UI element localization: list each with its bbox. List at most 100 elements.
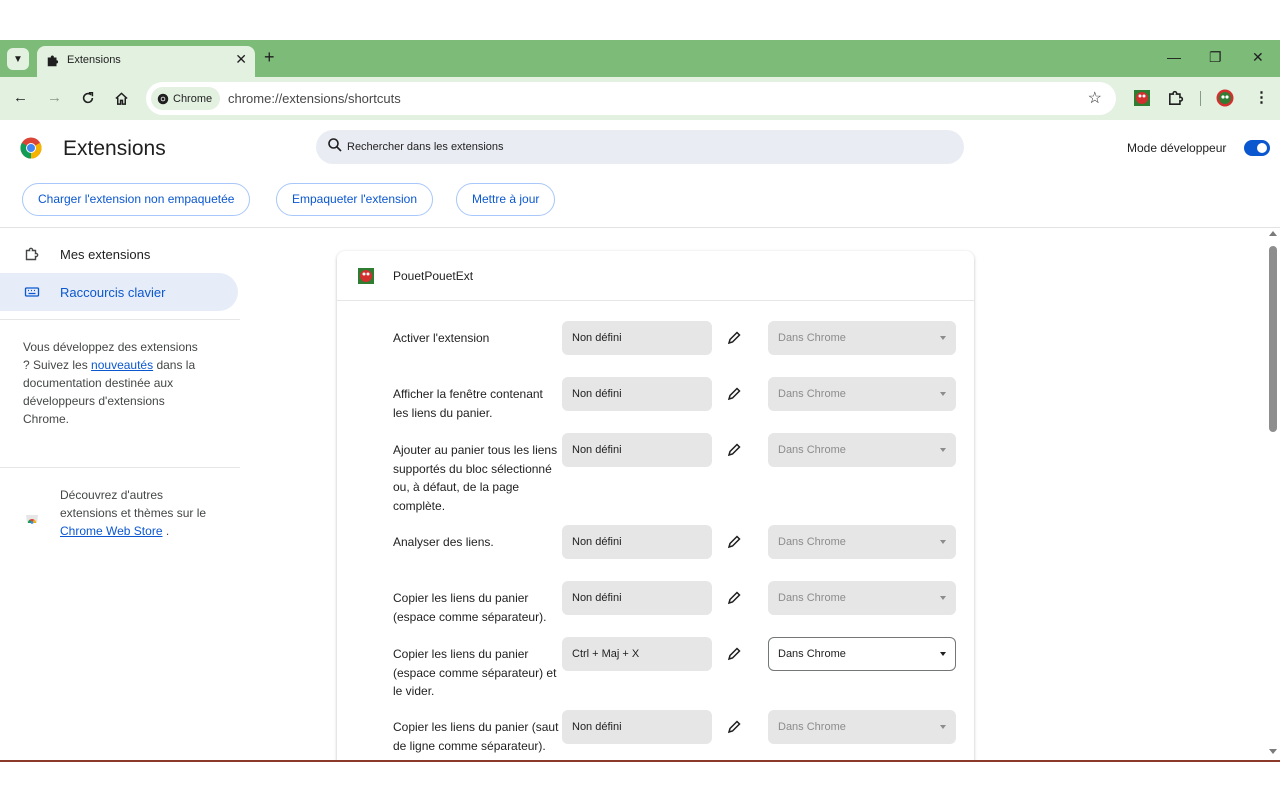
tab-search-button[interactable]: ▼ [7, 48, 29, 70]
sidebar-divider [0, 319, 240, 320]
edit-pencil-icon[interactable] [726, 330, 742, 346]
shortcut-label: Copier les liens du panier (espace comme… [393, 647, 557, 698]
scope-value: Dans Chrome [778, 592, 846, 604]
sidebar-divider [0, 467, 240, 468]
shortcut-input[interactable]: Non défini [562, 710, 712, 744]
store-text-part: . [162, 524, 170, 538]
shortcut-input[interactable]: Non défini [562, 525, 712, 559]
dev-mode-toggle[interactable] [1244, 140, 1270, 156]
close-window-button[interactable]: ✕ [1252, 49, 1264, 66]
shortcut-input[interactable]: Ctrl + Maj + X [562, 637, 712, 671]
site-chip[interactable]: Chrome [151, 87, 221, 110]
caret-down-icon [940, 336, 946, 340]
scope-select[interactable]: Dans Chrome [768, 321, 956, 355]
url-text: chrome://extensions/shortcuts [228, 91, 401, 106]
chrome-icon [157, 93, 169, 104]
restore-button[interactable]: ❐ [1209, 49, 1222, 66]
caret-down-icon [940, 596, 946, 600]
edit-pencil-icon[interactable] [726, 590, 742, 606]
minimize-button[interactable]: — [1167, 49, 1181, 65]
screen-margin-top [0, 0, 1280, 40]
forward-button[interactable]: → [47, 89, 62, 106]
caret-down-icon [940, 652, 946, 656]
browser-window: ▼ Extensions ✕ + — ❐ ✕ ← → Chrome chrome… [0, 40, 1280, 760]
shortcut-input[interactable]: Non défini [562, 377, 712, 411]
scope-value: Dans Chrome [778, 388, 846, 400]
scroll-up-arrow-icon[interactable] [1269, 231, 1277, 236]
dev-mode-label: Mode développeur [1127, 141, 1227, 155]
sidebar-item-my-extensions[interactable]: Mes extensions [0, 235, 238, 273]
load-unpacked-button[interactable]: Charger l'extension non empaquetée [22, 183, 251, 216]
web-store-link[interactable]: Chrome Web Store [60, 524, 163, 538]
update-button[interactable]: Mettre à jour [456, 183, 556, 216]
extension-shortcuts-card: PouetPouetExt Activer l'extension Non dé… [337, 251, 974, 760]
pouetpouet-extension-icon[interactable] [1133, 89, 1151, 107]
scope-select[interactable]: Dans Chrome [768, 377, 956, 411]
shortcut-input[interactable]: Non défini [562, 581, 712, 615]
scope-value: Dans Chrome [778, 721, 846, 733]
address-bar[interactable]: Chrome chrome://extensions/shortcuts ☆ [146, 82, 1116, 115]
extension-name: PouetPouetExt [393, 269, 474, 283]
close-icon[interactable]: ✕ [235, 51, 247, 68]
toggle-knob [1257, 143, 1267, 153]
scope-select[interactable]: Dans Chrome [768, 710, 956, 744]
menu-icon[interactable]: ⋮ [1254, 88, 1269, 106]
shortcut-label: Ajouter au panier tous les liens support… [393, 443, 558, 513]
caret-down-icon [940, 448, 946, 452]
news-link[interactable]: nouveautés [91, 358, 153, 372]
shortcut-label: Activer l'extension [393, 331, 490, 345]
pack-extension-button[interactable]: Empaqueter l'extension [276, 183, 434, 216]
scope-value: Dans Chrome [778, 444, 846, 456]
bookmark-star-icon[interactable]: ☆ [1088, 88, 1102, 108]
caret-down-icon [940, 540, 946, 544]
back-button[interactable]: ← [13, 89, 28, 106]
scrollbar-thumb[interactable] [1269, 246, 1277, 432]
edit-pencil-icon[interactable] [726, 646, 742, 662]
dev-info-text: Vous développez des extensions ? Suivez … [23, 338, 203, 428]
extensions-search [316, 130, 964, 164]
home-icon[interactable] [114, 91, 129, 106]
chrome-logo-icon [20, 137, 42, 159]
tab-strip: ▼ Extensions ✕ + — ❐ ✕ [0, 40, 1280, 77]
edit-pencil-icon[interactable] [726, 719, 742, 735]
profile-avatar[interactable] [1216, 89, 1234, 107]
tab-extensions[interactable]: Extensions ✕ [37, 46, 255, 77]
new-tab-button[interactable]: + [264, 47, 275, 68]
scope-select[interactable]: Dans Chrome [768, 433, 956, 467]
shortcut-input[interactable]: Non défini [562, 433, 712, 467]
scope-value: Dans Chrome [778, 648, 846, 660]
scroll-down-arrow-icon[interactable] [1269, 749, 1277, 754]
reload-icon[interactable] [81, 91, 95, 105]
scope-select[interactable]: Dans Chrome [768, 581, 956, 615]
shortcut-input[interactable]: Non défini [562, 321, 712, 355]
scope-value: Dans Chrome [778, 536, 846, 548]
screen-margin-bottom [0, 760, 1280, 800]
sidebar-item-keyboard-shortcuts[interactable]: Raccourcis clavier [0, 273, 238, 311]
extensions-header: Extensions Mode développeur Charger l'ex… [0, 120, 1280, 228]
search-input[interactable] [347, 130, 947, 164]
tab-title: Extensions [67, 54, 121, 66]
shortcut-label: Copier les liens du panier (espace comme… [393, 591, 547, 624]
puzzle-icon [25, 247, 39, 261]
toolbar-separator [1200, 91, 1201, 106]
edit-pencil-icon[interactable] [726, 386, 742, 402]
scope-select[interactable]: Dans Chrome [768, 525, 956, 559]
keyboard-icon [24, 287, 40, 297]
web-store-icon [26, 515, 38, 524]
sidebar: Mes extensions Raccourcis clavier Vous d… [0, 228, 240, 760]
page-scrollbar[interactable] [1267, 229, 1280, 759]
web-store-text: Découvrez d'autres extensions et thèmes … [60, 486, 220, 540]
page-title: Extensions [63, 137, 166, 160]
sidebar-item-label: Raccourcis clavier [60, 285, 166, 300]
shortcut-label: Analyser des liens. [393, 535, 494, 549]
store-text-part: Découvrez d'autres extensions et thèmes … [60, 488, 207, 520]
scope-select[interactable]: Dans Chrome [768, 637, 956, 671]
card-header: PouetPouetExt [337, 251, 974, 301]
edit-pencil-icon[interactable] [726, 534, 742, 550]
caret-down-icon [940, 725, 946, 729]
shortcut-label: Copier les liens du panier (saut de lign… [393, 720, 559, 753]
edit-pencil-icon[interactable] [726, 442, 742, 458]
scope-value: Dans Chrome [778, 332, 846, 344]
extensions-puzzle-icon[interactable] [1167, 89, 1185, 107]
chip-label: Chrome [173, 92, 213, 105]
